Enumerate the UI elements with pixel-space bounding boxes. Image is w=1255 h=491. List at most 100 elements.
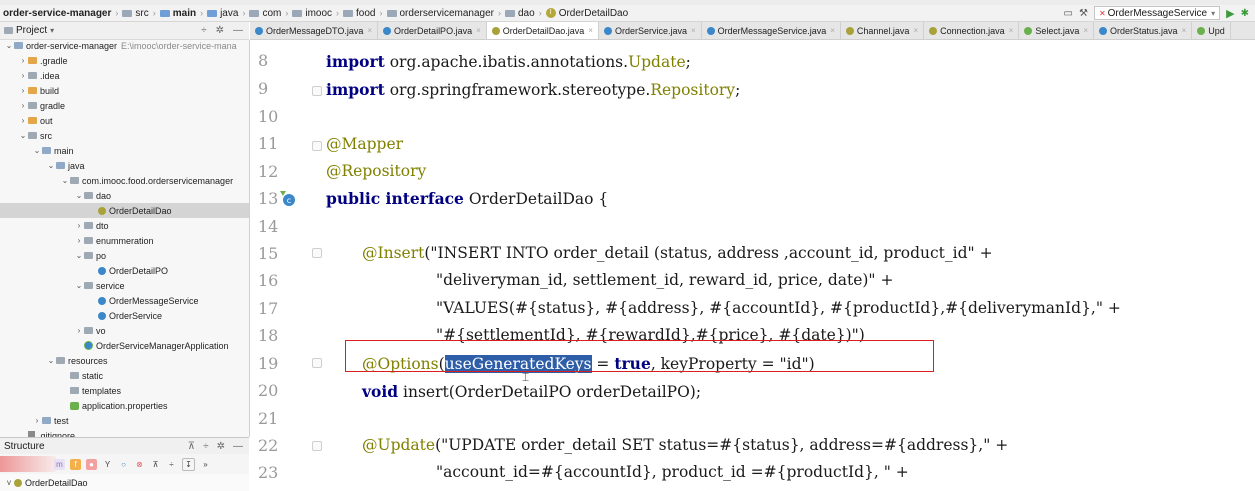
editor-tab[interactable]: Channel.java × [841, 22, 925, 39]
breadcrumb-com[interactable]: com [246, 8, 284, 19]
close-icon[interactable]: × [476, 26, 481, 35]
fold-marker-icon[interactable] [312, 248, 322, 258]
breadcrumb-imooc[interactable]: imooc [289, 8, 335, 19]
tree-item[interactable]: › vo [0, 323, 249, 338]
tree-item[interactable]: › dto [0, 218, 249, 233]
tree-item[interactable]: › test [0, 413, 249, 428]
show-fields-icon[interactable]: f [70, 458, 81, 470]
breadcrumb-orderservicemanager[interactable]: orderservicemanager [384, 8, 498, 19]
autoscroll-icon[interactable]: ↧ [182, 457, 195, 471]
chevron-down-icon[interactable]: ⌄ [18, 131, 28, 140]
code-line-8[interactable]: import org.apache.ibatis.annotations.Upd… [326, 52, 691, 71]
layout-icon[interactable]: ▭ [1064, 8, 1073, 19]
chevron-down-icon[interactable]: ⌄ [60, 176, 70, 185]
fold-marker-icon[interactable] [312, 441, 322, 451]
structure-item[interactable]: v OrderDetailDao [0, 474, 249, 491]
chevron-down-icon[interactable]: ⌄ [4, 41, 14, 50]
close-icon[interactable]: × [1182, 26, 1187, 35]
tree-item[interactable]: OrderDetailDao [0, 203, 249, 218]
gear-icon[interactable]: ✲ [216, 25, 224, 36]
collapse-all-icon[interactable]: ÷ [203, 441, 209, 452]
tree-item[interactable]: ⌄ com.imooc.food.orderservicemanager [0, 173, 249, 188]
close-icon[interactable]: × [691, 26, 696, 35]
tree-item[interactable]: ⌄ order-service-manager E:\imooc\order-ser… [0, 40, 249, 53]
chevron-down-icon[interactable]: ⌄ [32, 146, 42, 155]
debug-icon[interactable]: ✱ [1241, 8, 1249, 19]
tree-item[interactable]: ⌄ src [0, 128, 249, 143]
fold-marker-icon[interactable] [312, 86, 322, 96]
chevron-right-icon[interactable]: › [18, 56, 28, 65]
editor-tab[interactable]: OrderDetailPO.java × [378, 22, 487, 39]
chevron-down-icon[interactable]: ⌄ [74, 191, 84, 200]
editor-tab[interactable]: OrderMessageService.java × [702, 22, 841, 39]
chevron-right-icon[interactable]: › [18, 116, 28, 125]
filter-icon[interactable]: Y [102, 459, 113, 470]
editor-tab[interactable]: Select.java × [1019, 22, 1095, 39]
editor-tab[interactable]: OrderDetailDao.java × [486, 22, 599, 39]
collapse-all-icon[interactable]: ÷ [166, 459, 177, 470]
chevron-right-icon[interactable]: › [74, 221, 84, 230]
close-icon[interactable]: × [367, 26, 372, 35]
code-line-17[interactable]: "VALUES(#{status}, #{address}, #{account… [436, 299, 1121, 317]
breadcrumb-java[interactable]: java [204, 8, 241, 19]
code-line-12[interactable]: @Repository [326, 162, 426, 180]
chevron-right-icon[interactable]: › [18, 86, 28, 95]
editor-tab[interactable]: OrderMessageDTO.java × [250, 22, 379, 39]
code-line-23[interactable]: "account_id=#{accountId}, product_id =#{… [436, 463, 909, 481]
tree-item[interactable]: › .idea [0, 68, 249, 83]
chevron-down-icon[interactable]: ⌄ [46, 161, 56, 170]
tree-item[interactable]: OrderDetailPO [0, 263, 249, 278]
collapse-all-icon[interactable]: ÷ [201, 25, 207, 36]
close-icon[interactable]: × [830, 26, 835, 35]
expand-all-icon[interactable]: ⊼ [150, 459, 161, 470]
tree-item[interactable]: › enummeration [0, 233, 249, 248]
code-line-13[interactable]: public interface OrderDetailDao { [326, 189, 608, 208]
chevron-right-icon[interactable]: › [74, 236, 84, 245]
tree-item[interactable]: ⌄ resources [0, 353, 249, 368]
editor-tab[interactable]: OrderStatus.java × [1094, 22, 1193, 39]
editor-tab[interactable]: OrderService.java × [599, 22, 702, 39]
tree-item[interactable]: ⌄ dao [0, 188, 249, 203]
code-line-22[interactable]: @Update("UPDATE order_detail SET status=… [362, 436, 1008, 454]
chevron-right-icon[interactable]: › [32, 416, 42, 425]
minimize-icon[interactable]: — [233, 25, 243, 36]
breadcrumb-src[interactable]: src [119, 8, 151, 19]
hammer-icon[interactable]: ⚒ [1079, 8, 1088, 19]
breadcrumb-project[interactable]: order-service-manager [0, 8, 114, 19]
tree-item[interactable]: OrderService [0, 308, 249, 323]
more-icon[interactable]: » [200, 459, 211, 470]
fold-marker-icon[interactable] [312, 141, 322, 151]
run-configuration-select[interactable]: ✕ OrderMessageService ▾ [1093, 6, 1221, 20]
breadcrumb-dao[interactable]: dao [502, 8, 538, 19]
breadcrumb-main[interactable]: main [157, 8, 199, 19]
editor-tab[interactable]: Upd [1192, 22, 1231, 39]
tree-item[interactable]: › out [0, 113, 249, 128]
code-line-15[interactable]: @Insert("INSERT INTO order_detail (statu… [362, 244, 993, 262]
close-icon[interactable]: × [1083, 26, 1088, 35]
tree-item[interactable]: OrderMessageService [0, 293, 249, 308]
close-icon[interactable]: × [588, 26, 593, 35]
show-anonymous-icon[interactable]: ○ [118, 459, 129, 470]
chevron-down-icon[interactable]: ⌄ [74, 251, 84, 260]
chevron-down-icon[interactable]: ⌄ [46, 356, 56, 365]
code-line-9[interactable]: import org.springframework.stereotype.Re… [326, 80, 740, 99]
tree-item[interactable]: › gradle [0, 98, 249, 113]
project-view-selector[interactable]: Project ▾ [0, 25, 54, 36]
code-line-16[interactable]: "deliveryman_id, settlement_id, reward_i… [436, 271, 893, 289]
show-lambdas-icon[interactable]: ⊗ [134, 459, 145, 470]
run-icon[interactable]: ▶ [1226, 7, 1234, 20]
chevron-right-icon[interactable]: › [74, 326, 84, 335]
chevron-right-icon[interactable]: › [18, 71, 28, 80]
fold-marker-icon[interactable] [312, 358, 322, 368]
chevron-right-icon[interactable]: › [18, 101, 28, 110]
tree-item[interactable]: ⌄ service [0, 278, 249, 293]
close-icon[interactable]: × [913, 26, 918, 35]
tree-item[interactable]: .gitignore [0, 428, 249, 437]
implementations-gutter-icon[interactable]: c [278, 189, 296, 207]
show-non-public-icon[interactable]: ● [86, 458, 97, 470]
tree-item[interactable]: ⌄ main [0, 143, 249, 158]
tree-item[interactable]: application.properties [0, 398, 249, 413]
chevron-down-icon[interactable]: ⌄ [74, 281, 84, 290]
code-line-11[interactable]: @Mapper [326, 135, 403, 153]
gear-icon[interactable]: ✲ [217, 441, 225, 452]
